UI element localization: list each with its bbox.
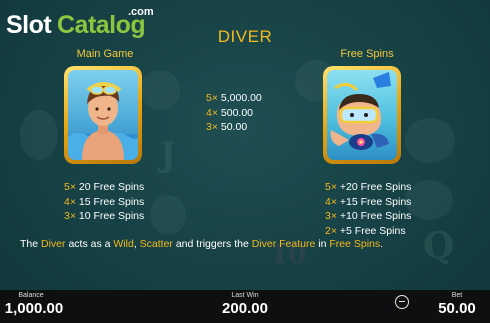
pay-row: 3× 10 Free Spins — [64, 210, 145, 222]
pay-row: 4× 15 Free Spins — [64, 195, 145, 208]
bet-value[interactable]: 50.00 — [428, 300, 486, 317]
last-win-value: 200.00 — [222, 300, 268, 317]
diver-portrait-icon — [68, 82, 138, 160]
paytable-screen: J Q 10 Slot Catalog .com DIVER Main Game — [0, 0, 490, 323]
logo-text-com: .com — [128, 6, 154, 18]
symbol-title: DIVER — [217, 27, 273, 46]
pay-row: 4× 500.00 — [206, 106, 254, 119]
pay-row: 5× 5,000.00 — [206, 92, 262, 104]
minus-circle-icon[interactable] — [395, 295, 409, 309]
pay-row: 4× +15 Free Spins — [325, 195, 412, 208]
free-spins-label: Free Spins — [340, 48, 394, 60]
symbol-payouts: 5× 5,000.00 4× 500.00 3× 50.00 — [206, 91, 262, 135]
swimming-diver-icon — [330, 72, 391, 150]
main-game-payouts: 5× 20 Free Spins 4× 15 Free Spins 3× 10 … — [64, 180, 144, 224]
symbol-description: The Diver acts as a Wild, Scatter and tr… — [20, 238, 384, 250]
diver-symbol-free-spins — [323, 66, 401, 164]
pay-row: 2× +5 Free Spins — [325, 224, 406, 237]
balance-label: Balance — [18, 292, 44, 299]
bet-label: Bet — [451, 292, 463, 299]
pay-row: 3× 50.00 — [206, 121, 248, 133]
balance-value: 1,000.00 — [4, 300, 64, 317]
pay-row: 5× 20 Free Spins — [64, 181, 145, 193]
free-spins-payouts: 5× +20 Free Spins 4× +15 Free Spins 3× +… — [325, 180, 411, 238]
pay-row: 5× +20 Free Spins — [325, 181, 412, 193]
main-game-label: Main Game — [76, 48, 134, 60]
last-win-label: Last Win — [231, 292, 259, 299]
pay-row: 3× +10 Free Spins — [325, 210, 412, 222]
diver-symbol-main-game — [64, 66, 142, 164]
